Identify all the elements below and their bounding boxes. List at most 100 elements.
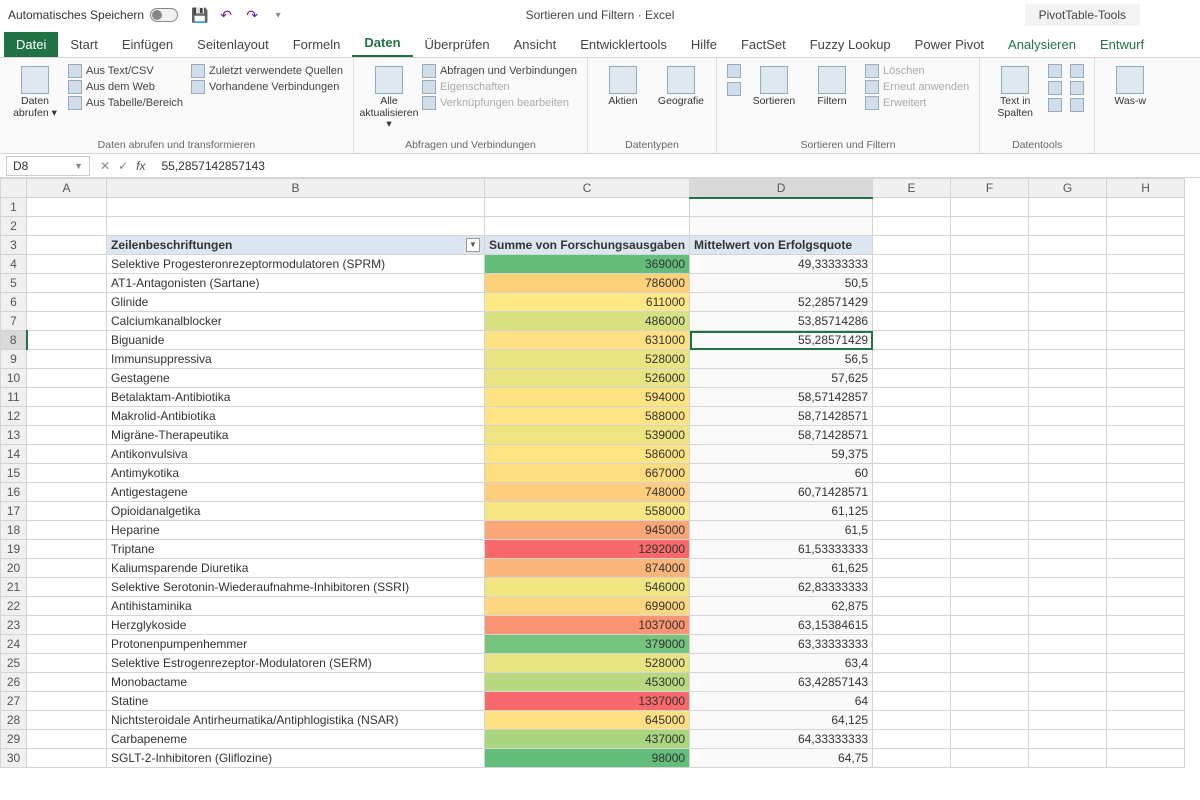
cell[interactable] bbox=[873, 331, 951, 350]
pivot-row-label[interactable]: Antimykotika bbox=[107, 464, 485, 483]
cell[interactable] bbox=[1107, 445, 1185, 464]
cell[interactable] bbox=[27, 711, 107, 730]
cell[interactable] bbox=[1107, 312, 1185, 331]
cell[interactable] bbox=[1029, 654, 1107, 673]
tab-file[interactable]: Datei bbox=[4, 32, 58, 57]
tab-start[interactable]: Start bbox=[58, 32, 109, 57]
pivot-avg-value[interactable]: 64 bbox=[690, 692, 873, 711]
cell[interactable] bbox=[873, 597, 951, 616]
whatif-button[interactable]: Was-w bbox=[1105, 62, 1155, 108]
cell[interactable] bbox=[873, 749, 951, 768]
cell[interactable] bbox=[27, 635, 107, 654]
cell[interactable] bbox=[951, 217, 1029, 236]
pivot-row-label[interactable]: Nichtsteroidale Antirheumatika/Antiphlog… bbox=[107, 711, 485, 730]
cell[interactable] bbox=[1107, 502, 1185, 521]
cell[interactable] bbox=[951, 654, 1029, 673]
pivot-sum-value[interactable]: 667000 bbox=[485, 464, 690, 483]
pivot-row-label[interactable]: Makrolid-Antibiotika bbox=[107, 407, 485, 426]
pivot-row-label[interactable]: Kaliumsparende Diuretika bbox=[107, 559, 485, 578]
cell[interactable] bbox=[873, 350, 951, 369]
cell[interactable] bbox=[951, 331, 1029, 350]
cell[interactable] bbox=[951, 350, 1029, 369]
cell[interactable] bbox=[1029, 350, 1107, 369]
cell[interactable] bbox=[1107, 730, 1185, 749]
cell[interactable] bbox=[951, 692, 1029, 711]
cell[interactable] bbox=[951, 730, 1029, 749]
cell[interactable] bbox=[27, 540, 107, 559]
cell[interactable] bbox=[951, 445, 1029, 464]
cell[interactable] bbox=[1107, 483, 1185, 502]
cell[interactable] bbox=[951, 312, 1029, 331]
tab-insert[interactable]: Einfügen bbox=[110, 32, 185, 57]
cell[interactable] bbox=[873, 312, 951, 331]
pivot-sum-value[interactable]: 631000 bbox=[485, 331, 690, 350]
cell[interactable] bbox=[27, 293, 107, 312]
cell[interactable] bbox=[873, 217, 951, 236]
datavalidation-button[interactable] bbox=[1048, 98, 1062, 112]
cell[interactable] bbox=[951, 502, 1029, 521]
cell[interactable] bbox=[27, 673, 107, 692]
cell[interactable] bbox=[27, 331, 107, 350]
cell[interactable] bbox=[873, 388, 951, 407]
enter-icon[interactable]: ✓ bbox=[118, 159, 128, 173]
cell[interactable] bbox=[873, 559, 951, 578]
pivot-row-label[interactable]: Herzglykoside bbox=[107, 616, 485, 635]
pivot-sum-value[interactable]: 546000 bbox=[485, 578, 690, 597]
cell[interactable] bbox=[873, 654, 951, 673]
pivot-avg-value[interactable]: 55,28571429 bbox=[690, 331, 873, 350]
row-header[interactable]: 24 bbox=[1, 635, 27, 654]
cell[interactable] bbox=[27, 217, 107, 236]
cell[interactable] bbox=[951, 540, 1029, 559]
cell[interactable] bbox=[1029, 673, 1107, 692]
pivot-row-label[interactable]: SGLT-2-Inhibitoren (Gliflozine) bbox=[107, 749, 485, 768]
cell[interactable] bbox=[1029, 540, 1107, 559]
cell[interactable] bbox=[27, 255, 107, 274]
pivot-avg-value[interactable]: 61,625 bbox=[690, 559, 873, 578]
cell[interactable] bbox=[1029, 407, 1107, 426]
cell[interactable] bbox=[873, 293, 951, 312]
cell[interactable] bbox=[1107, 293, 1185, 312]
sort-desc-button[interactable] bbox=[727, 82, 741, 96]
cell[interactable] bbox=[1029, 331, 1107, 350]
cell[interactable] bbox=[1107, 274, 1185, 293]
pivot-sum-header[interactable]: Summe von Forschungsausgaben bbox=[485, 236, 690, 255]
cell[interactable] bbox=[1029, 692, 1107, 711]
cell[interactable] bbox=[1107, 331, 1185, 350]
pivot-sum-value[interactable]: 528000 bbox=[485, 350, 690, 369]
refresh-all-button[interactable]: Alle aktualisieren ▾ bbox=[364, 62, 414, 131]
pivot-avg-value[interactable]: 63,4 bbox=[690, 654, 873, 673]
pivot-avg-value[interactable]: 57,625 bbox=[690, 369, 873, 388]
cell[interactable] bbox=[1107, 559, 1185, 578]
row-header[interactable]: 11 bbox=[1, 388, 27, 407]
pivot-row-label[interactable]: Selektive Progesteronrezeptormodulatoren… bbox=[107, 255, 485, 274]
pivot-sum-value[interactable]: 594000 bbox=[485, 388, 690, 407]
pivot-sum-value[interactable]: 945000 bbox=[485, 521, 690, 540]
contextual-tool-tab[interactable]: PivotTable-Tools bbox=[1025, 4, 1140, 26]
cell[interactable] bbox=[1029, 236, 1107, 255]
cell[interactable] bbox=[1029, 711, 1107, 730]
cell[interactable] bbox=[951, 293, 1029, 312]
pivot-avg-value[interactable]: 60 bbox=[690, 464, 873, 483]
cell[interactable] bbox=[1107, 692, 1185, 711]
cell[interactable] bbox=[1107, 407, 1185, 426]
pivot-avg-value[interactable]: 59,375 bbox=[690, 445, 873, 464]
cell[interactable] bbox=[1029, 445, 1107, 464]
tab-review[interactable]: Überprüfen bbox=[413, 32, 502, 57]
cell[interactable] bbox=[873, 426, 951, 445]
pivot-sum-value[interactable]: 526000 bbox=[485, 369, 690, 388]
cell[interactable] bbox=[1029, 483, 1107, 502]
pivot-row-label[interactable]: Triptane bbox=[107, 540, 485, 559]
cell[interactable] bbox=[1029, 635, 1107, 654]
col-header-B[interactable]: B bbox=[107, 179, 485, 198]
pivot-row-label[interactable]: Antigestagene bbox=[107, 483, 485, 502]
cell[interactable] bbox=[873, 445, 951, 464]
row-header[interactable]: 1 bbox=[1, 198, 27, 217]
cell[interactable] bbox=[1107, 426, 1185, 445]
cell[interactable] bbox=[1107, 654, 1185, 673]
pivot-avg-value[interactable]: 64,33333333 bbox=[690, 730, 873, 749]
cell[interactable] bbox=[1107, 540, 1185, 559]
pivot-sum-value[interactable]: 98000 bbox=[485, 749, 690, 768]
cell[interactable] bbox=[1029, 521, 1107, 540]
pivot-row-label[interactable]: Migräne-Therapeutika bbox=[107, 426, 485, 445]
row-header[interactable]: 5 bbox=[1, 274, 27, 293]
